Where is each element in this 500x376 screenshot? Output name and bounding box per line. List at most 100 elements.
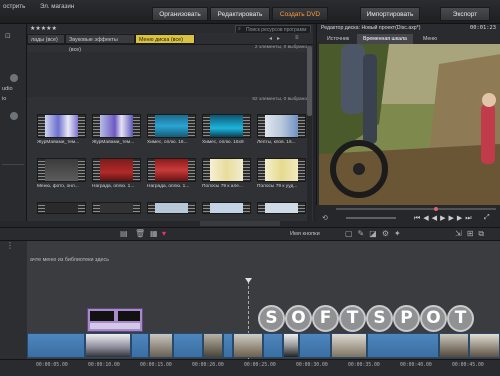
menu-tile[interactable] xyxy=(202,114,251,138)
tab-disc-menus[interactable]: Меню диска (все) xyxy=(135,34,195,44)
fullscreen-icon[interactable]: ⤢ xyxy=(484,214,490,222)
menu-tile[interactable] xyxy=(92,114,141,138)
scroll-thumb[interactable] xyxy=(307,46,312,116)
edit-button[interactable]: Редактировать xyxy=(210,7,270,21)
menu-tile[interactable] xyxy=(37,202,86,214)
timeline-clip[interactable] xyxy=(85,333,131,358)
marker-icon[interactable]: ▾ xyxy=(162,229,166,238)
item-count-top: 2 элементы, 0 выбрано xyxy=(254,45,307,50)
preview-title: Редактор диска: Новый проект(Disc.axp*) xyxy=(321,25,421,31)
menu-tile[interactable] xyxy=(37,114,86,138)
tool-icons[interactable]: ▢✎◪⚙✦ xyxy=(345,229,406,238)
menu-tile[interactable] xyxy=(202,158,251,182)
menu-tile[interactable] xyxy=(257,158,306,182)
loop-icon[interactable]: ⟲ xyxy=(322,214,328,222)
view-icons[interactable]: ⇲⊞⧉ xyxy=(455,229,489,239)
tile-label: Награда, оплю. 1... xyxy=(147,184,190,189)
export-button[interactable]: Экспорт xyxy=(440,7,490,21)
timeline-clip[interactable] xyxy=(203,333,223,358)
tab-timeline[interactable]: Временная шкала xyxy=(357,34,413,44)
ruler-label: 00:00:10.00 xyxy=(88,363,120,368)
app-window: острить Эл. магазин Организовать Редакти… xyxy=(0,0,500,376)
tab-slides[interactable]: лады (все) xyxy=(27,34,65,44)
video-frame xyxy=(319,44,500,216)
ruler-label: 00:00:45.00 xyxy=(452,363,484,368)
timeline-clip[interactable] xyxy=(367,333,439,358)
scrub-bar[interactable] xyxy=(336,208,496,210)
zoom-slider[interactable] xyxy=(200,221,280,226)
menu-tile[interactable] xyxy=(202,202,251,214)
library-panel: ★★★★★ Поиск ресурсов программ ⌕ лады (вс… xyxy=(27,24,313,221)
watermark-letter: P xyxy=(393,305,420,332)
library-header: ★★★★★ Поиск ресурсов программ ⌕ xyxy=(27,24,313,34)
track-icon[interactable]: ⋮ xyxy=(6,241,14,250)
timeline-clip[interactable] xyxy=(439,333,469,358)
timeline-clip[interactable] xyxy=(263,333,283,358)
tab-menu[interactable]: Меню xyxy=(417,34,443,44)
create-dvd-button[interactable]: Создать DVD xyxy=(272,7,328,21)
menu-clip-thumb xyxy=(118,311,140,321)
tile-label: Химес, оплю. 16... xyxy=(147,140,188,145)
transport-controls[interactable]: ⏮◀◀▶▶▶⏭ xyxy=(414,214,475,223)
timeline-clip[interactable] xyxy=(331,333,367,358)
scrub-head[interactable] xyxy=(434,207,438,211)
disc-icon[interactable] xyxy=(10,112,18,120)
menu-clip[interactable] xyxy=(87,308,143,332)
menu-icon[interactable]: ≡ xyxy=(295,35,299,41)
tile-label: Химес, оплю. 16x9 xyxy=(202,140,244,145)
next-arrow-icon[interactable]: ▸ xyxy=(277,35,280,42)
volume-slider[interactable] xyxy=(346,217,396,219)
ruler-label: 00:00:40.00 xyxy=(400,363,432,368)
collapse-icon[interactable]: ⊡ xyxy=(5,32,11,40)
music-icon[interactable] xyxy=(10,74,18,82)
prev-arrow-icon[interactable]: ◂ xyxy=(269,35,272,42)
list-icon[interactable]: ▤ xyxy=(120,229,128,238)
menu-tile[interactable] xyxy=(257,202,306,214)
playhead[interactable] xyxy=(245,278,252,283)
menu-tile[interactable] xyxy=(92,158,141,182)
menu-tile[interactable] xyxy=(92,202,141,214)
video-track xyxy=(27,333,500,358)
timeline-clip[interactable] xyxy=(283,333,299,358)
menu-tile[interactable] xyxy=(257,114,306,138)
menu-tile[interactable] xyxy=(37,158,86,182)
divider xyxy=(2,164,24,165)
menu-tile[interactable] xyxy=(147,114,196,138)
timeline-clip[interactable] xyxy=(223,333,233,358)
button-name-dropdown[interactable]: Имя кнопки xyxy=(290,231,320,237)
ruler-label: 00:00:05.00 xyxy=(36,363,68,368)
library-scrollbar[interactable] xyxy=(307,46,312,221)
watermark-letter: S xyxy=(366,305,393,332)
video-preview[interactable] xyxy=(319,44,500,216)
search-icon: ⌕ xyxy=(238,26,241,32)
drop-menu-hint: ачте меню из библиотеки здесь xyxy=(30,257,110,263)
rating-stars[interactable]: ★★★★★ xyxy=(30,25,57,32)
timeline-clip[interactable] xyxy=(233,333,263,358)
timeline-clip[interactable] xyxy=(149,333,173,358)
time-ruler[interactable]: 00:00:05.00 00:00:10.00 00:00:15.00 00:0… xyxy=(0,359,500,376)
preview-timecode: 00:01:23 xyxy=(470,25,496,31)
organize-button[interactable]: Организовать xyxy=(152,7,208,21)
tile-label: Полосы 79 к але... xyxy=(202,184,243,189)
tile-label: Полосы 79 к ууд... xyxy=(257,184,298,189)
timeline-clip[interactable] xyxy=(299,333,331,358)
menu-clip-label xyxy=(90,323,140,329)
timeline-clip[interactable] xyxy=(27,333,85,358)
menu-tile[interactable] xyxy=(147,202,196,214)
menu-item-store[interactable]: Эл. магазин xyxy=(40,3,74,10)
tile-label: ЖурМайами_тем... xyxy=(92,140,135,145)
tile-label: Меню, фото, онл... xyxy=(37,184,79,189)
ruler-label: 00:00:25.00 xyxy=(244,363,276,368)
import-button[interactable]: Импортировать xyxy=(360,7,420,21)
tab-source[interactable]: Источник xyxy=(321,34,355,44)
menu-tile[interactable] xyxy=(147,158,196,182)
library-tabs: лады (все) Звуковые эффекты (все) Меню д… xyxy=(27,33,313,53)
timeline-clip[interactable] xyxy=(173,333,203,358)
menu-item-1[interactable]: острить xyxy=(3,3,25,10)
grid-icon[interactable]: ▦ xyxy=(150,229,158,238)
tab-sound-effects[interactable]: Звуковые эффекты (все) xyxy=(65,34,135,53)
playback-toolbar: ⟲ ⏮◀◀▶▶▶⏭ ⤢ xyxy=(316,205,500,227)
timeline-clip[interactable] xyxy=(469,333,500,358)
timeline-clip[interactable] xyxy=(131,333,149,358)
trash-icon[interactable]: 🗑 xyxy=(135,229,145,238)
